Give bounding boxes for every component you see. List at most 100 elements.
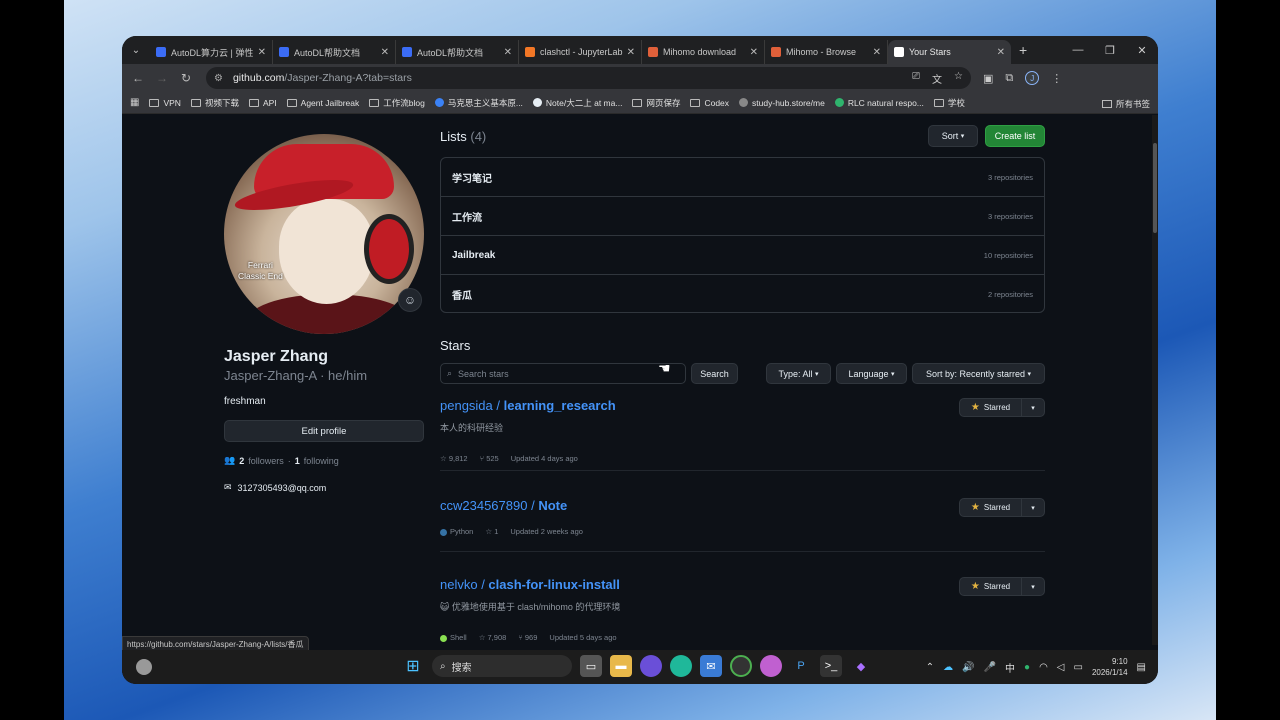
bookmark-item[interactable]: VPN: [149, 97, 181, 109]
starred-button[interactable]: ★ Starred ▾: [959, 577, 1045, 596]
onedrive-icon[interactable]: ☁: [943, 662, 953, 673]
list-item[interactable]: 工作流 3 repositories: [441, 197, 1044, 236]
browser-tab[interactable]: Mihomo - Browse ✕: [765, 40, 888, 64]
status-emoji-icon[interactable]: ☺: [398, 288, 422, 312]
repo-stars[interactable]: ☆ 7,908: [479, 633, 507, 642]
profile-avatar[interactable]: J: [1025, 71, 1040, 85]
close-window-icon[interactable]: ✕: [1126, 44, 1158, 57]
extensions-icon[interactable]: ⧉: [1005, 72, 1013, 85]
lists-sort-button[interactable]: Sort ▾: [928, 125, 978, 147]
type-filter-dropdown[interactable]: Type: All ▾: [766, 363, 831, 384]
repo-title-link[interactable]: pengsida / learning_research: [440, 398, 1045, 413]
tab-close-icon[interactable]: ✕: [750, 47, 758, 58]
tray-expand-icon[interactable]: ⌃: [926, 662, 934, 673]
vs-icon[interactable]: ◆: [850, 655, 872, 677]
browser-tab[interactable]: AutoDL帮助文档 ✕: [273, 40, 396, 64]
bookmark-item[interactable]: Codex: [690, 97, 729, 109]
language-filter-dropdown[interactable]: Language ▾: [836, 363, 907, 384]
back-icon[interactable]: ←: [126, 71, 150, 85]
start-icon[interactable]: ⊞: [402, 655, 424, 677]
starred-button[interactable]: ★ Starred ▾: [959, 398, 1045, 417]
browser-tab[interactable]: Your Stars ✕: [888, 40, 1011, 64]
search-button[interactable]: Search: [691, 363, 738, 384]
tab-close-icon[interactable]: ✕: [381, 47, 389, 58]
wifi-icon[interactable]: ◠: [1039, 662, 1048, 673]
bookmark-item[interactable]: Agent Jailbreak: [286, 97, 359, 109]
tab-close-icon[interactable]: ✕: [873, 47, 881, 58]
task-view-icon[interactable]: ▭: [580, 655, 602, 677]
starred-menu-caret-icon[interactable]: ▾: [1022, 504, 1044, 512]
new-tab-icon[interactable]: +: [1019, 42, 1027, 58]
bookmark-star-icon[interactable]: ☆: [954, 71, 963, 86]
bookmark-item[interactable]: 视频下载: [190, 97, 239, 109]
bookmark-item[interactable]: API: [248, 97, 277, 109]
chrome-icon[interactable]: [730, 655, 752, 677]
all-bookmarks[interactable]: 所有书签: [1101, 98, 1150, 110]
starred-menu-caret-icon[interactable]: ▾: [1022, 583, 1044, 591]
browser-tab[interactable]: clashctl - JupyterLab ✕: [519, 40, 642, 64]
tab-close-icon[interactable]: ✕: [258, 47, 266, 58]
address-bar[interactable]: ⚙ github.com/Jasper-Zhang-A?tab=stars ⎚ …: [206, 67, 971, 89]
bookmark-item[interactable]: 马克思主义基本原...: [434, 97, 523, 109]
repo-title-link[interactable]: ccw234567890 / Note: [440, 498, 1045, 513]
starred-toggle[interactable]: ★ Starred: [960, 499, 1022, 516]
tab-close-icon[interactable]: ✕: [997, 47, 1005, 58]
search-stars-input[interactable]: ⌕ Search stars: [440, 363, 686, 384]
scrollbar-thumb[interactable]: [1153, 143, 1157, 233]
volume-tray-icon[interactable]: 🔊: [962, 662, 974, 673]
list-item[interactable]: 学习笔记 3 repositories: [441, 158, 1044, 197]
speaker-icon[interactable]: ◁: [1057, 662, 1065, 673]
pycharm-icon[interactable]: P: [790, 655, 812, 677]
list-item[interactable]: Jailbreak 10 repositories: [441, 236, 1044, 275]
edit-profile-button[interactable]: Edit profile: [224, 420, 424, 442]
tab-close-icon[interactable]: ✕: [627, 47, 635, 58]
save-icon[interactable]: ▣: [983, 72, 993, 85]
battery-icon[interactable]: ▭: [1074, 662, 1083, 673]
starred-toggle[interactable]: ★ Starred: [960, 399, 1022, 416]
clock[interactable]: 9:10 2026/1/14: [1092, 656, 1128, 678]
repo-forks[interactable]: ⑂ 969: [518, 633, 537, 642]
bookmark-item[interactable]: RLC natural respo...: [834, 97, 924, 109]
create-list-button[interactable]: Create list: [985, 125, 1045, 147]
profile-avatar-image[interactable]: Ferrari Classic End: [224, 134, 424, 334]
translate-icon[interactable]: 文: [932, 71, 942, 86]
file-explorer-icon[interactable]: ▬: [610, 655, 632, 677]
starred-menu-caret-icon[interactable]: ▾: [1022, 404, 1044, 412]
site-info-icon[interactable]: ⚙: [214, 73, 223, 84]
sort-filter-dropdown[interactable]: Sort by: Recently starred ▾: [912, 363, 1045, 384]
cat-app-icon[interactable]: [760, 655, 782, 677]
tab-close-icon[interactable]: ✕: [504, 47, 512, 58]
profile-email[interactable]: ✉ 3127305493@qq.com: [224, 482, 326, 493]
starred-button[interactable]: ★ Starred ▾: [959, 498, 1045, 517]
browser-tab[interactable]: AutoDL帮助文档 ✕: [396, 40, 519, 64]
notification-icon[interactable]: ▤: [1137, 662, 1146, 673]
mic-icon[interactable]: 🎤: [984, 662, 996, 673]
weather-icon[interactable]: [136, 659, 152, 675]
followers-count[interactable]: 2: [239, 456, 244, 466]
minimize-icon[interactable]: —: [1062, 44, 1094, 56]
list-item[interactable]: 香瓜 2 repositories: [441, 275, 1044, 314]
cast-icon[interactable]: ⎚: [912, 71, 920, 86]
ime-indicator[interactable]: 中: [1005, 660, 1015, 675]
following-count[interactable]: 1: [295, 456, 300, 466]
repo-stars[interactable]: ☆ 9,812: [440, 454, 468, 463]
repo-stars[interactable]: ☆ 1: [485, 527, 498, 536]
bookmark-item[interactable]: 工作流blog: [369, 97, 425, 109]
bookmark-item[interactable]: study-hub.store/me: [739, 97, 825, 109]
menu-icon[interactable]: ⋮: [1051, 72, 1062, 85]
browser-tab[interactable]: AutoDL算力云 | 弹性 ✕: [150, 40, 273, 64]
app-icon-teal[interactable]: [670, 655, 692, 677]
mail-app-icon[interactable]: ✉: [700, 655, 722, 677]
starred-toggle[interactable]: ★ Starred: [960, 578, 1022, 595]
repo-title-link[interactable]: nelvko / clash-for-linux-install: [440, 577, 1045, 592]
forward-icon[interactable]: →: [150, 71, 174, 85]
repo-forks[interactable]: ⑂ 525: [480, 454, 499, 463]
bookmark-item[interactable]: 学校: [933, 97, 965, 109]
reload-icon[interactable]: ↻: [174, 71, 198, 85]
wechat-icon[interactable]: ●: [1024, 662, 1030, 673]
followers-link[interactable]: followers: [248, 456, 284, 466]
following-link[interactable]: following: [304, 456, 339, 466]
taskbar-search[interactable]: ⌕ 搜索: [432, 655, 572, 677]
browser-tab[interactable]: Mihomo download ✕: [642, 40, 765, 64]
terminal-icon[interactable]: >_: [820, 655, 842, 677]
